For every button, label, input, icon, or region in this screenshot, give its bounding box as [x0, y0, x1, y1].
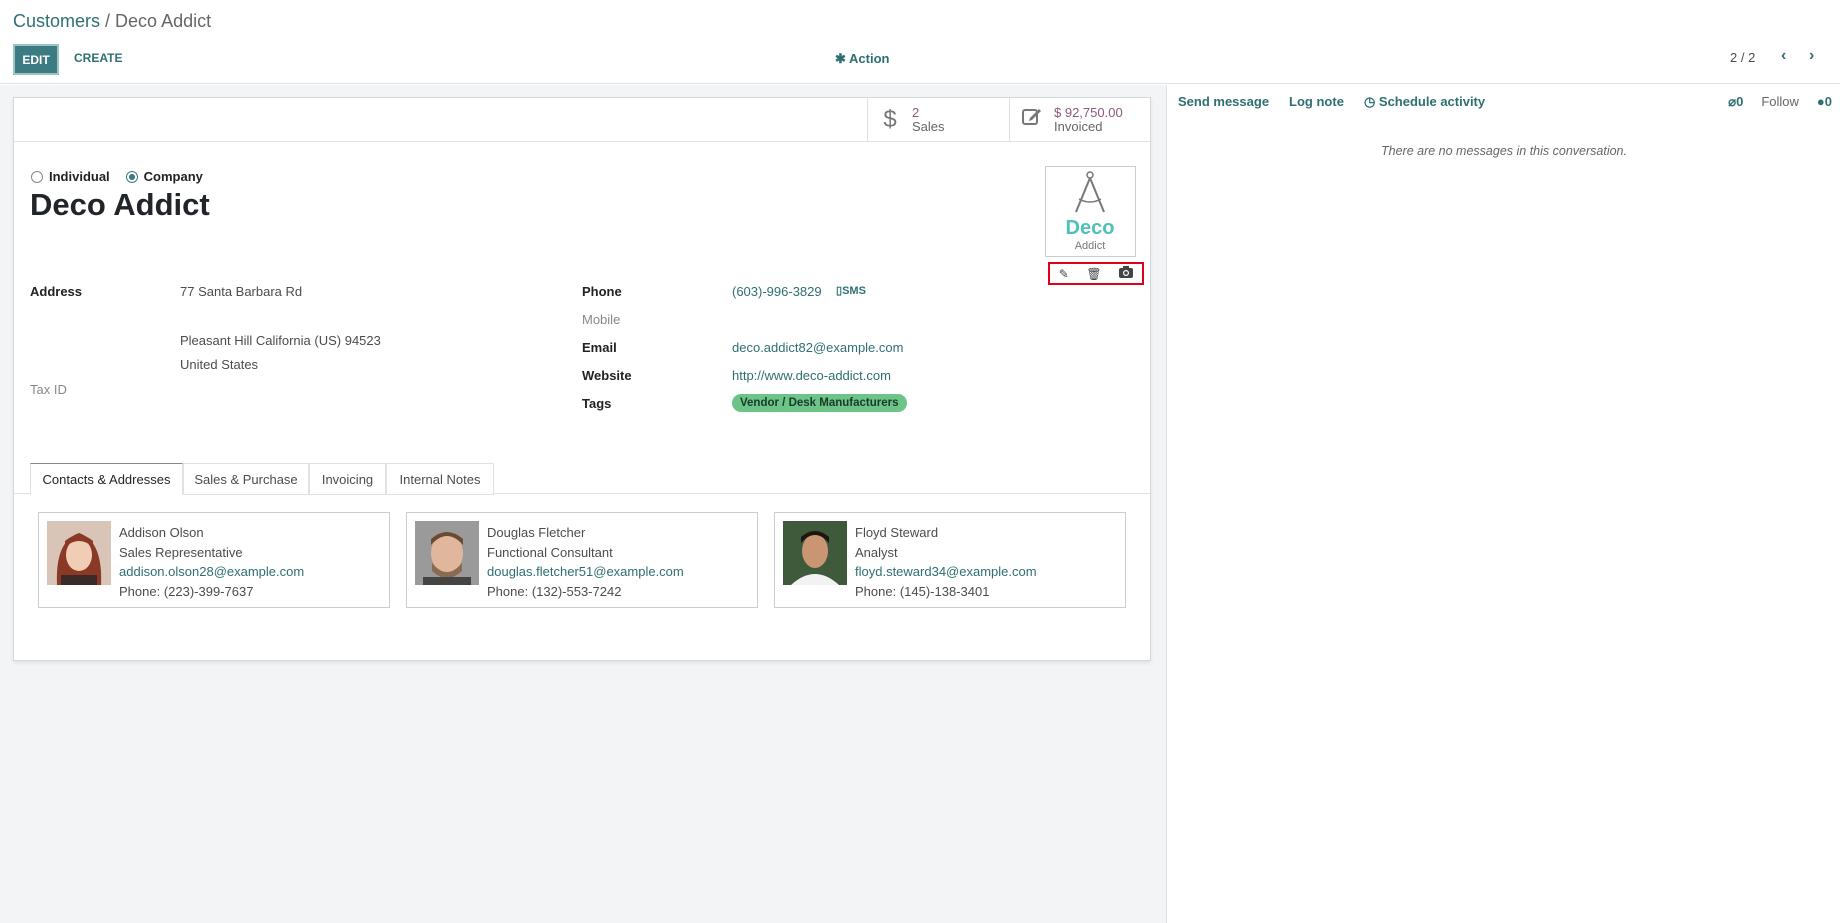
city-state-zip-field: Pleasant Hill California (US) 94523 [180, 333, 381, 348]
gear-icon: ✱ [835, 51, 850, 66]
tags-label: Tags [582, 396, 612, 411]
tax-id-label: Tax ID [30, 382, 67, 397]
radio-individual[interactable] [31, 170, 43, 183]
schedule-activity-label: Schedule activity [1378, 94, 1486, 109]
chatter-topbar: Send message Log note ◷ Schedule activit… [1178, 94, 1485, 110]
breadcrumb-separator: / [100, 11, 116, 31]
image-tools: ✎ 🗑 [1048, 262, 1144, 285]
clock-icon: ◷ [1363, 94, 1379, 109]
attachments-count: 0 [1736, 94, 1744, 109]
tag-badge[interactable]: Vendor / Desk Manufacturers [732, 394, 907, 412]
schedule-activity-button[interactable]: ◷ Schedule activity [1364, 94, 1485, 110]
contact-card[interactable]: Floyd Steward Analyst floyd.steward34@ex… [774, 512, 1126, 608]
address-label: Address [30, 284, 83, 299]
smart-button-box: $ 2 Sales $ 92,750.00 Invoiced [14, 98, 1150, 142]
trash-icon[interactable]: 🗑 [1086, 267, 1101, 281]
contact-email[interactable]: addison.olson28@example.com [119, 562, 304, 582]
action-menu[interactable]: ✱ Action [835, 51, 889, 67]
mobile-label: Mobile [582, 312, 621, 327]
followers-count: 0 [1824, 94, 1832, 109]
contact-title: Functional Consultant [487, 544, 613, 560]
paperclip-icon: ⌀ [1728, 94, 1737, 109]
company-label[interactable]: Company [144, 169, 203, 184]
notebook-tabs: Contacts & Addresses Sales & Purchase In… [14, 460, 1150, 495]
log-note-button[interactable]: Log note [1289, 94, 1344, 110]
pencil-square-icon [1010, 105, 1054, 134]
chatter-actions: ⌀0 Follow ●0 [1728, 94, 1832, 110]
breadcrumb: Customers / Deco Addict [13, 11, 211, 32]
contact-name: Floyd Steward [855, 525, 939, 540]
logo-text: Deco [1066, 217, 1115, 239]
sms-label: SMS [842, 285, 866, 297]
user-icon: ● [1816, 94, 1825, 109]
tab-invoicing[interactable]: Invoicing [309, 463, 386, 495]
company-type-radio: Individual Company [31, 169, 203, 184]
form-sheet: $ 2 Sales $ 92,750.00 Invoiced Individua… [13, 97, 1151, 661]
dollar-icon: $ [883, 105, 897, 133]
breadcrumb-current: Deco Addict [115, 11, 212, 31]
action-label: Action [849, 51, 890, 66]
logo-subtext: Addict [1075, 240, 1106, 252]
tab-contacts-addresses[interactable]: Contacts & Addresses [30, 463, 183, 495]
invoiced-label: Invoiced [1054, 118, 1103, 134]
radio-company[interactable] [125, 170, 138, 183]
phone-label: Phone [582, 284, 622, 299]
contact-avatar [47, 521, 111, 585]
tab-internal-notes[interactable]: Internal Notes [386, 463, 494, 495]
partner-name: Deco Addict [30, 187, 210, 222]
attachments-button[interactable]: ⌀0 [1728, 94, 1743, 110]
pager-next-icon[interactable]: › [1809, 47, 1814, 65]
individual-label[interactable]: Individual [49, 169, 110, 184]
contact-card[interactable]: Addison Olson Sales Representative addis… [38, 512, 390, 608]
breadcrumb-customers[interactable]: Customers [13, 11, 100, 31]
pager-value[interactable]: 2 / 2 [1730, 50, 1755, 65]
contact-avatar [415, 521, 479, 585]
follow-button[interactable]: Follow [1761, 94, 1799, 110]
invoiced-amount: $ 92,750.00 [1054, 104, 1123, 120]
phone-link[interactable]: (603)-996-3829 [732, 284, 822, 299]
country-field: United States [180, 357, 259, 372]
sales-smart-button[interactable]: $ 2 Sales [867, 98, 1009, 141]
contact-email[interactable]: floyd.steward34@example.com [855, 562, 1037, 582]
sms-button[interactable]: ▯SMS [836, 284, 866, 297]
empty-conversation-text: There are no messages in this conversati… [1381, 144, 1627, 158]
followers-button[interactable]: ●0 [1817, 94, 1832, 110]
tab-sales-purchase[interactable]: Sales & Purchase [183, 463, 309, 495]
pencil-icon[interactable]: ✎ [1059, 267, 1069, 281]
sales-count: 2 [912, 104, 920, 120]
website-label: Website [582, 368, 632, 383]
edit-button[interactable]: EDIT [13, 44, 59, 75]
contact-title: Sales Representative [119, 544, 243, 560]
street-field: 77 Santa Barbara Rd [180, 284, 303, 299]
contact-email[interactable]: douglas.fletcher51@example.com [487, 562, 684, 582]
contact-card[interactable]: Douglas Fletcher Functional Consultant d… [406, 512, 758, 608]
contact-phone: Phone: (132)-553-7242 [487, 583, 622, 599]
contact-name: Douglas Fletcher [487, 525, 586, 540]
website-link[interactable]: http://www.deco-addict.com [732, 368, 891, 383]
contact-phone: Phone: (223)-399-7637 [119, 583, 254, 599]
form-area: $ 2 Sales $ 92,750.00 Invoiced Individua… [0, 85, 1167, 923]
company-logo[interactable]: Deco Addict [1045, 166, 1136, 257]
create-button[interactable]: CREATE [74, 51, 122, 65]
control-panel: Customers / Deco Addict EDIT CREATE ✱ Ac… [0, 0, 1840, 84]
chatter-panel: Send message Log note ◷ Schedule activit… [1168, 85, 1840, 923]
contact-name: Addison Olson [119, 525, 204, 540]
invoiced-smart-button[interactable]: $ 92,750.00 Invoiced [1009, 98, 1150, 141]
contact-avatar [783, 521, 847, 585]
email-link[interactable]: deco.addict82@example.com [732, 340, 903, 355]
email-label: Email [582, 340, 617, 355]
sales-label: Sales [912, 118, 945, 134]
contact-phone: Phone: (145)-138-3401 [855, 583, 990, 599]
send-message-button[interactable]: Send message [1178, 94, 1269, 110]
pager-previous-icon[interactable]: ‹ [1781, 47, 1786, 65]
contact-title: Analyst [855, 544, 898, 560]
camera-icon[interactable] [1119, 266, 1134, 281]
